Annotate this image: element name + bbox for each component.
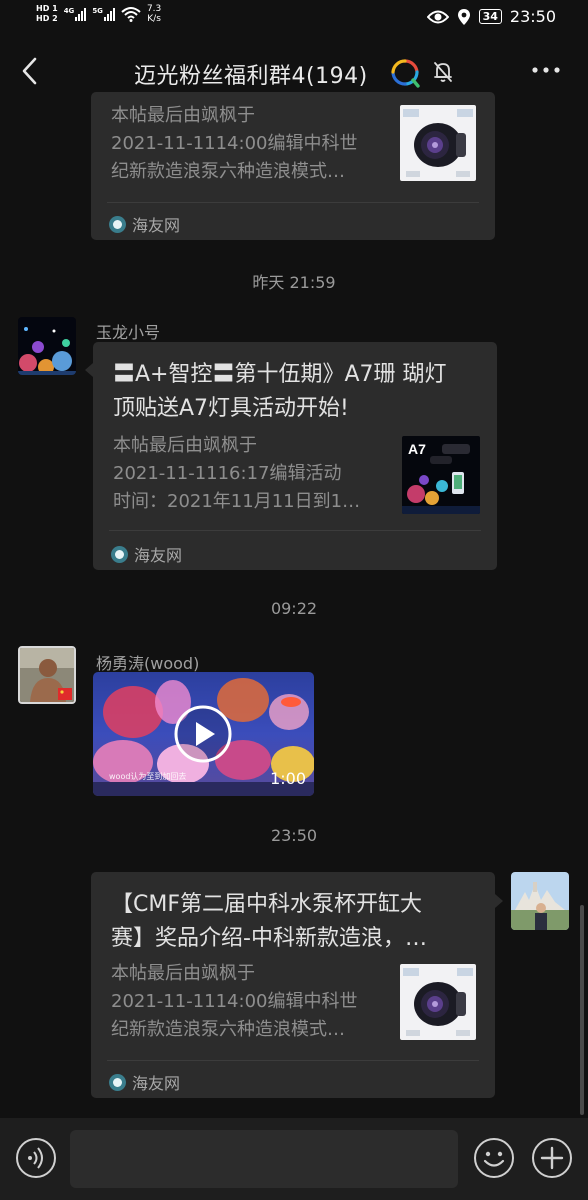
network-speed: 7.3 K/s [147, 4, 161, 24]
video-message[interactable]: wood认为至到加回去 1:00 [93, 672, 314, 796]
avatar[interactable] [511, 872, 569, 930]
message-timestamp: 23:50 [270, 826, 318, 845]
thumb-label: A7 [408, 441, 426, 457]
card-source: 海友网 [111, 542, 182, 566]
card-title-line: 赛】奖品介绍-中科新款造浪，… [111, 926, 427, 951]
plus-button[interactable] [532, 1138, 572, 1178]
plus-icon [540, 1146, 564, 1170]
card-desc-line: 本帖最后由飒枫于 [111, 963, 255, 984]
scrollbar[interactable] [580, 905, 584, 1115]
sim1-label: HD 1 [36, 4, 58, 13]
play-icon[interactable] [173, 704, 233, 764]
source-logo-icon [111, 545, 128, 563]
video-duration: 1:00 [270, 769, 306, 788]
link-card-message[interactable]: 【CMF第二届中科水泵杯开缸大 赛】奖品介绍-中科新款造浪，… 本帖最后由飒枫于… [91, 872, 495, 1098]
card-title-line: 【CMF第二届中科水泵杯开缸大 [111, 892, 422, 917]
message-input[interactable] [70, 1130, 458, 1188]
status-right: 34 23:50 [426, 7, 556, 26]
card-desc-line: 本帖最后由飒枫于 [111, 105, 255, 126]
battery-indicator: 34 [478, 9, 502, 24]
source-name: 海友网 [132, 216, 181, 235]
link-card-message[interactable]: 本帖最后由飒枫于 2021-11-1114:00编辑中科世 纪新款造浪泵六种造浪… [91, 92, 495, 240]
sender-name: 玉龙小号 [96, 323, 161, 342]
chat-title: 迈光粉丝福利群4(194) [134, 64, 368, 89]
net1-label: 4G [63, 7, 75, 15]
card-desc-line: 2021-11-1116:17编辑活动 [113, 463, 342, 484]
bubble-tail [495, 894, 503, 908]
avatar[interactable] [18, 646, 76, 704]
source-logo-icon [109, 1073, 126, 1091]
card-desc-line: 本帖最后由飒枫于 [113, 435, 257, 456]
mute-icon[interactable] [432, 60, 454, 84]
clock: 23:50 [509, 7, 556, 26]
card-desc-line: 时间：2021年11月11日到1… [113, 491, 361, 512]
card-description: 本帖最后由飒枫于 2021-11-1116:17编辑活动 时间：2021年11月… [113, 432, 383, 516]
voice-button[interactable] [16, 1138, 56, 1178]
card-description: 本帖最后由飒枫于 2021-11-1114:00编辑中科世 纪新款造浪泵六种造浪… [111, 102, 381, 186]
back-icon[interactable] [18, 56, 42, 86]
link-card-message[interactable]: 〓A+智控〓第十伍期》A7珊 瑚灯 顶贴送A7灯具活动开始! 本帖最后由飒枫于 … [93, 342, 497, 570]
net2-label: 5G [92, 7, 103, 15]
emoji-icon [483, 1151, 505, 1167]
status-bar: HD 1 HD 2 4G 5G 7.3 K/s 34 23:50 [0, 0, 588, 38]
input-bar [0, 1118, 588, 1200]
card-title: 【CMF第二届中科水泵杯开缸大 赛】奖品介绍-中科新款造浪，… [111, 888, 427, 956]
speed-unit: K/s [147, 14, 161, 24]
video-caption: wood认为至到加回去 [109, 772, 187, 781]
signal-bars-icon [75, 7, 87, 21]
message-timestamp: 09:22 [270, 599, 318, 618]
card-divider [107, 1060, 479, 1061]
signal-2: 5G [92, 7, 115, 21]
card-desc-line: 纪新款造浪泵六种造浪模式… [111, 161, 345, 182]
card-source: 海友网 [109, 212, 180, 236]
card-description: 本帖最后由飒枫于 2021-11-1114:00编辑中科世 纪新款造浪泵六种造浪… [111, 960, 381, 1044]
card-desc-line: 2021-11-1114:00编辑中科世 [111, 991, 358, 1012]
card-title: 〓A+智控〓第十伍期》A7珊 瑚灯 顶贴送A7灯具活动开始! [113, 358, 447, 426]
status-left: HD 1 HD 2 4G 5G 7.3 K/s [36, 4, 161, 24]
card-desc-line: 纪新款造浪泵六种造浪模式… [111, 1019, 345, 1040]
signal-bars-icon [103, 7, 115, 21]
card-title-line: 顶贴送A7灯具活动开始! [113, 396, 349, 421]
location-icon [457, 8, 470, 25]
source-logo-icon [109, 215, 126, 233]
sim2-label: HD 2 [36, 14, 58, 23]
qq-icon[interactable] [389, 58, 421, 88]
card-desc-line: 2021-11-1114:00编辑中科世 [111, 133, 358, 154]
message-timestamp: 昨天 21:59 [252, 273, 336, 292]
signal-1: 4G [64, 7, 87, 21]
source-name: 海友网 [132, 1074, 181, 1093]
card-source: 海友网 [109, 1070, 180, 1094]
speed-value: 7.3 [146, 4, 162, 14]
bubble-tail [85, 363, 93, 377]
card-thumbnail [400, 105, 476, 181]
card-divider [107, 202, 479, 203]
source-name: 海友网 [134, 546, 183, 565]
card-thumbnail: A7 [402, 436, 480, 514]
avatar[interactable] [18, 317, 76, 375]
sender-name: 杨勇涛(wood) [96, 654, 200, 673]
card-thumbnail [400, 964, 476, 1040]
card-divider [109, 530, 481, 531]
wifi-icon [121, 7, 141, 22]
voice-icon [28, 1147, 43, 1169]
card-title-line: 〓A+智控〓第十伍期》A7珊 瑚灯 [113, 362, 447, 387]
eye-icon [426, 10, 449, 23]
sim-indicators: HD 1 HD 2 [36, 4, 58, 24]
emoji-button[interactable] [474, 1138, 514, 1178]
more-icon[interactable] [531, 64, 561, 76]
